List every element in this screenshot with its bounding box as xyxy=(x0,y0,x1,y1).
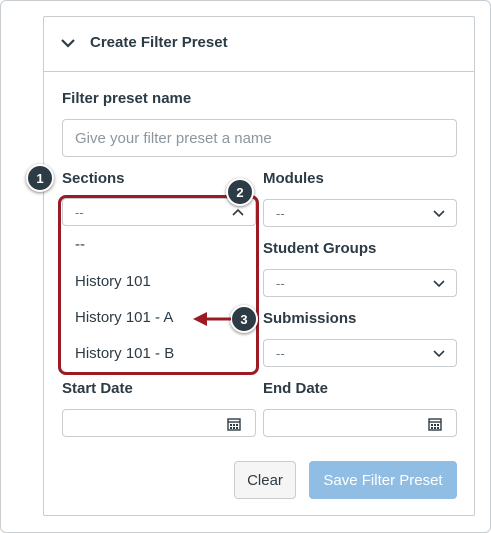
modules-label: Modules xyxy=(263,170,324,187)
student-groups-select-value: -- xyxy=(276,276,285,291)
filter-preset-name-input[interactable] xyxy=(62,119,457,157)
end-date-input[interactable] xyxy=(263,409,457,437)
callout-badge-2: 2 xyxy=(226,178,254,206)
save-filter-preset-button[interactable]: Save Filter Preset xyxy=(309,461,457,499)
student-groups-select[interactable]: -- xyxy=(263,269,457,297)
submissions-select[interactable]: -- xyxy=(263,339,457,367)
modules-select-value: -- xyxy=(276,206,285,221)
callout-badge-3: 3 xyxy=(230,305,258,333)
sections-option-history-101-a[interactable]: History 101 - A xyxy=(75,309,173,326)
callout-arrow-icon xyxy=(193,312,231,326)
chevron-up-icon xyxy=(232,208,244,216)
start-date-label: Start Date xyxy=(62,380,133,397)
filter-preset-name-label: Filter preset name xyxy=(62,90,192,107)
submissions-label: Submissions xyxy=(263,310,357,327)
calendar-icon[interactable] xyxy=(428,417,442,431)
sections-option-history-101[interactable]: History 101 xyxy=(75,273,151,290)
sections-select[interactable]: -- xyxy=(62,198,256,226)
end-date-label: End Date xyxy=(263,380,329,397)
panel-title: Create Filter Preset xyxy=(90,34,228,51)
sections-option-history-101-b[interactable]: History 101 - B xyxy=(75,345,174,362)
sections-label: Sections xyxy=(62,170,125,187)
submissions-select-value: -- xyxy=(276,346,285,361)
sections-dropdown-list: -- History 101 History 101 - A History 1… xyxy=(62,226,256,372)
sections-option-none[interactable]: -- xyxy=(75,236,85,253)
panel-header[interactable]: Create Filter Preset xyxy=(44,17,474,72)
chevron-down-icon xyxy=(433,210,445,218)
start-date-input[interactable] xyxy=(62,409,256,437)
modules-select[interactable]: -- xyxy=(263,199,457,227)
sections-select-value: -- xyxy=(75,205,84,220)
calendar-icon[interactable] xyxy=(227,417,241,431)
clear-button[interactable]: Clear xyxy=(234,461,296,499)
chevron-down-icon xyxy=(433,280,445,288)
chevron-down-icon[interactable] xyxy=(60,37,76,49)
chevron-down-icon xyxy=(433,350,445,358)
callout-badge-1: 1 xyxy=(26,164,54,192)
student-groups-label: Student Groups xyxy=(263,240,377,257)
